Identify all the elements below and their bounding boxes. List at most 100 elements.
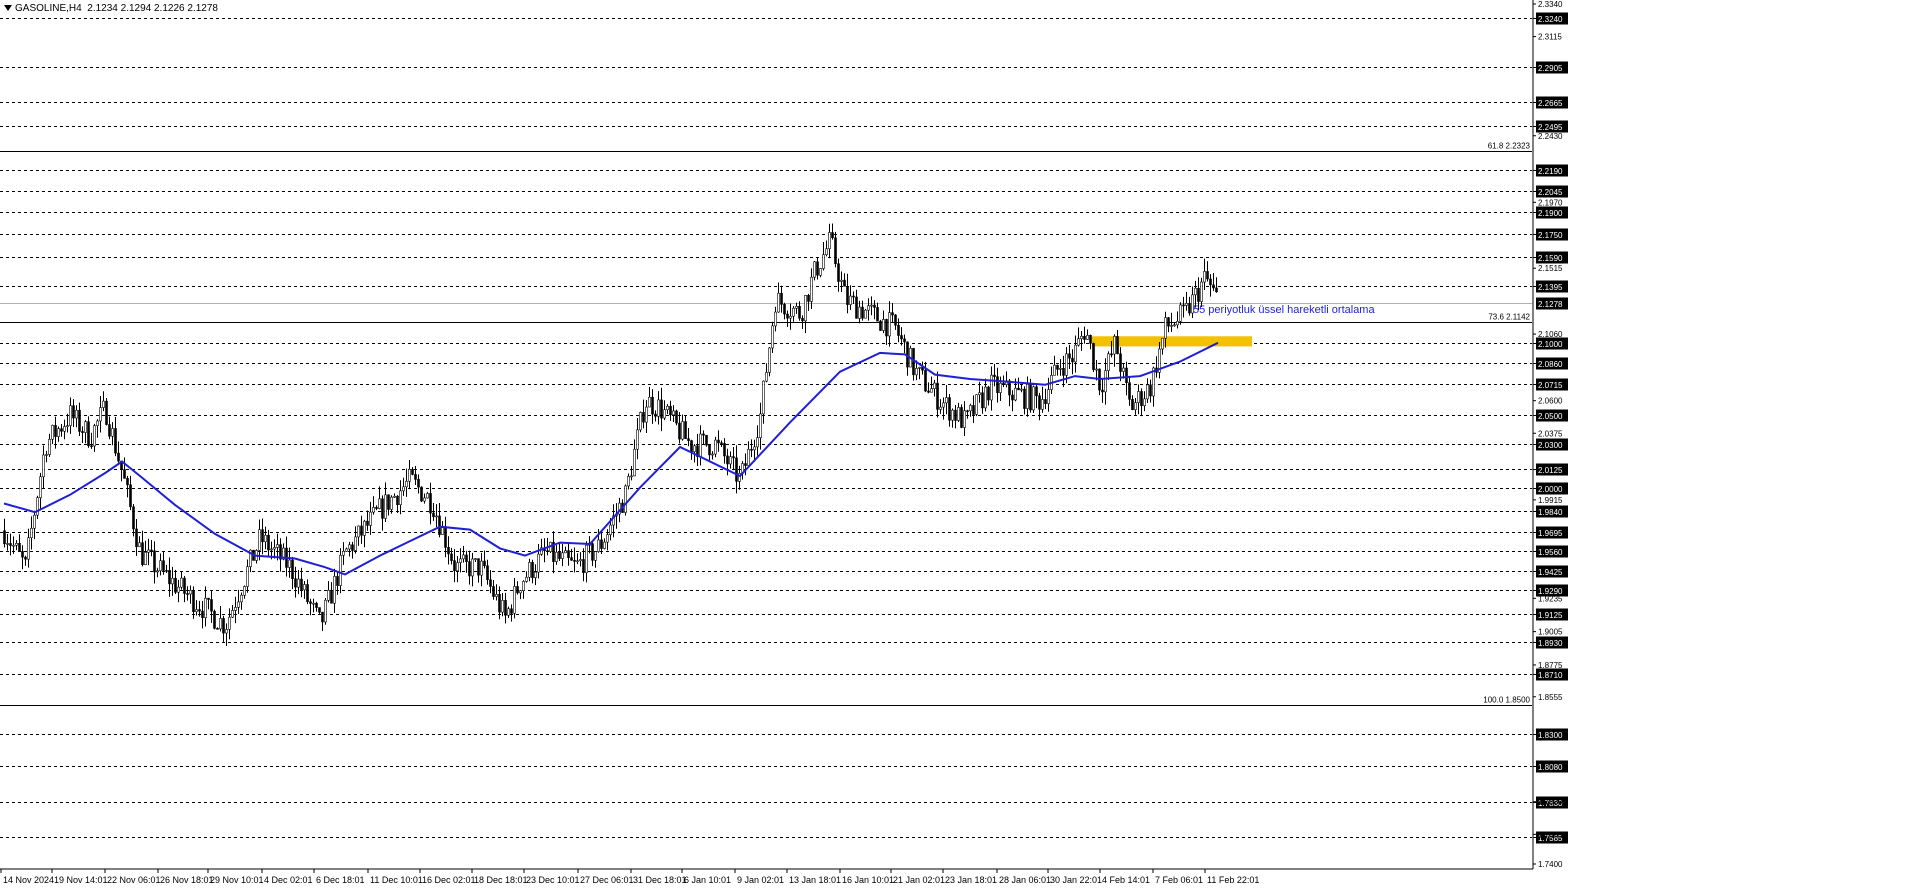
candle-body (546, 550, 549, 552)
candle-body (114, 428, 117, 454)
candle-body (1104, 370, 1107, 393)
candle-body (294, 578, 297, 588)
candle-body (348, 544, 351, 550)
candle-body (1149, 384, 1152, 397)
candle-body (1131, 399, 1134, 411)
candle-body (594, 551, 597, 561)
candle-body (1077, 338, 1080, 346)
candle-body (48, 438, 51, 455)
candle-body (663, 409, 666, 419)
candle-body (1194, 287, 1197, 296)
price-chart[interactable]: GASOLINE,H4 2.1234 2.1294 2.1226 2.1278 … (0, 0, 1916, 888)
price-tick-label: 2.3340 (1538, 0, 1563, 9)
candle-body (189, 589, 192, 595)
candle-body (216, 628, 219, 630)
candle-body (54, 425, 57, 437)
candle-body (15, 543, 18, 546)
candle-body (456, 562, 459, 572)
level-price-label: 2.1590 (1538, 254, 1563, 263)
candle-body (642, 412, 645, 423)
candle-body (264, 534, 267, 543)
candle-body (768, 347, 771, 373)
level-price-label: 1.8710 (1538, 671, 1563, 680)
candle-body (759, 413, 762, 438)
candle-body (417, 479, 420, 488)
candle-body (138, 542, 141, 547)
candle-body (270, 548, 273, 551)
level-price-label: 2.0500 (1538, 412, 1563, 421)
candle-body (1032, 386, 1035, 411)
level-price-label: 1.9425 (1538, 568, 1563, 577)
level-price-label: 1.8930 (1538, 639, 1563, 648)
price-tick-label: 1.7605 (1538, 830, 1563, 839)
candle-body (1068, 353, 1071, 359)
candle-body (1110, 353, 1113, 356)
level-price-label: 2.2905 (1538, 64, 1563, 73)
level-price-label: 1.9840 (1538, 508, 1563, 517)
time-label: 16 Jan 10:01 (842, 875, 894, 885)
candle-body (858, 306, 861, 319)
candle-body (834, 237, 837, 265)
candle-body (462, 554, 465, 560)
candle-body (711, 453, 714, 456)
candle-body (36, 497, 39, 516)
candle-body (876, 307, 879, 322)
candle-body (474, 558, 477, 560)
candle-body (531, 562, 534, 578)
candle-body (732, 456, 735, 459)
candle-body (729, 456, 732, 465)
candle-body (369, 511, 372, 526)
time-label: 18 Dec 18:01 (474, 875, 528, 885)
candle-body (891, 312, 894, 316)
candle-body (1059, 368, 1062, 370)
candle-body (84, 421, 87, 433)
candle-body (57, 428, 60, 437)
candle-body (1173, 324, 1176, 327)
candle-body (1203, 271, 1206, 283)
candle-body (150, 549, 153, 552)
candle-body (717, 439, 720, 444)
candle-body (393, 495, 396, 498)
candle-body (183, 577, 186, 594)
candle-body (135, 528, 138, 547)
candle-body (600, 539, 603, 549)
candle-body (300, 578, 303, 591)
candle-body (792, 307, 795, 317)
candle-body (534, 571, 537, 578)
candle-body (39, 476, 42, 499)
candle-body (162, 560, 165, 571)
candle-body (936, 382, 939, 410)
candle-body (564, 550, 567, 554)
candle-body (801, 317, 804, 322)
level-price-label: 2.2045 (1538, 188, 1563, 197)
candle-body (1065, 353, 1068, 376)
candle-body (414, 474, 417, 480)
candle-body (567, 550, 570, 559)
candle-body (489, 579, 492, 587)
candle-body (969, 405, 972, 412)
candle-body (480, 560, 483, 576)
chart-background (0, 0, 1916, 888)
level-price-label: 2.0715 (1538, 381, 1563, 390)
candle-body (117, 452, 120, 462)
candle-body (1125, 367, 1128, 383)
candle-body (852, 295, 855, 298)
candle-body (651, 396, 654, 415)
candle-body (591, 543, 594, 561)
candle-body (144, 552, 147, 565)
support-zone-layer (1092, 336, 1252, 347)
candle-body (561, 552, 564, 559)
time-label: 21 Jan 02:01 (893, 875, 945, 885)
level-price-label: 1.9695 (1538, 529, 1563, 538)
chart-canvas[interactable]: 61.8 2.2323 73.6 2.1142 100.0 1.8500 55 pe… (0, 0, 1916, 888)
fibonacci-label: 61.8 2.2323 (1488, 142, 1531, 151)
candle-body (87, 421, 90, 447)
candle-body (1002, 382, 1005, 386)
dropdown-triangle-icon[interactable] (4, 5, 12, 11)
candle-body (153, 550, 156, 573)
candle-body (1044, 399, 1047, 404)
candle-body (240, 594, 243, 603)
candle-body (864, 309, 867, 319)
candle-body (1062, 368, 1065, 376)
candle-body (1200, 281, 1203, 302)
